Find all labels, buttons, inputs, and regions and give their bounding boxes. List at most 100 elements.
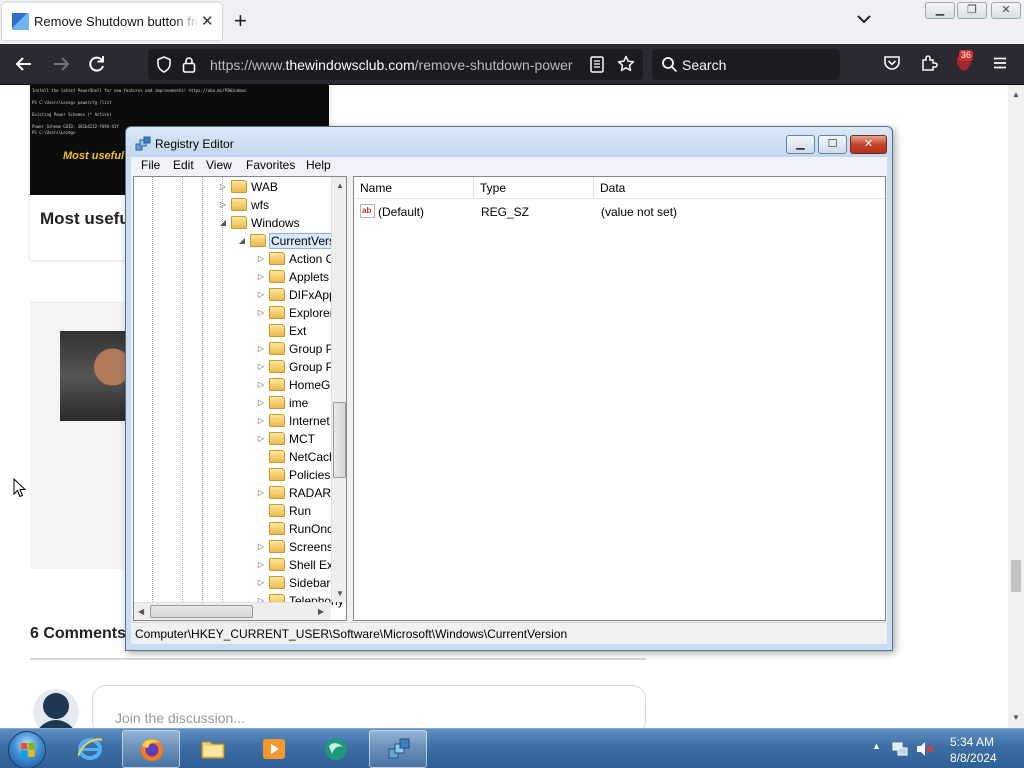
tree-node[interactable]: ◢ Windows [218, 214, 346, 232]
scroll-down-icon[interactable]: ▼ [336, 589, 344, 598]
tree-node-label: Applets [289, 270, 330, 284]
window-close-button[interactable]: ✕ [991, 2, 1021, 19]
taskbar-file-explorer[interactable] [184, 730, 242, 768]
window-minimize-button[interactable]: ▁ [925, 2, 955, 19]
tree-vertical-thumb[interactable] [333, 402, 346, 478]
list-all-tabs-icon[interactable] [854, 9, 874, 29]
folder-icon [269, 522, 285, 535]
tree-expand-icon[interactable]: ▷ [256, 271, 266, 283]
folder-icon [250, 234, 266, 247]
tree-expand-icon[interactable]: ▷ [256, 541, 266, 553]
tree-node[interactable]: ▷ wfs [218, 196, 346, 214]
tree-expand-icon[interactable]: ▷ [256, 433, 266, 445]
tree-node[interactable]: ▷ WAB [218, 178, 346, 196]
tree-expand-icon[interactable]: ▷ [256, 307, 266, 319]
folder-icon [269, 396, 285, 409]
taskbar-internet-explorer[interactable] [61, 730, 119, 768]
menu-file[interactable]: File [141, 158, 160, 172]
start-button[interactable] [8, 731, 46, 768]
volume-muted-icon[interactable] [916, 741, 934, 757]
tree-collapse-icon[interactable]: ◢ [218, 217, 228, 229]
menu-favorites[interactable]: Favorites [246, 158, 295, 172]
tree-horizontal-thumb[interactable] [150, 605, 253, 618]
taskbar-globe-app[interactable] [307, 730, 365, 768]
regedit-maximize-button[interactable]: ☐ [818, 135, 847, 154]
comment-input[interactable]: Join the discussion... [92, 685, 646, 728]
browser-tab-active[interactable]: Remove Shutdown button from Start Menu ✕ [2, 3, 222, 40]
tree-expand-icon[interactable]: ▷ [256, 289, 266, 301]
menu-help[interactable]: Help [306, 158, 331, 172]
folder-icon [231, 216, 247, 229]
scroll-right-icon[interactable]: ▶ [318, 607, 324, 616]
window-restore-button[interactable]: ❐ [957, 2, 987, 19]
tree-expand-icon[interactable]: ▷ [256, 343, 266, 355]
value-data: (value not set) [601, 205, 678, 219]
registry-values-list[interactable]: Name Type Data ab (Default) REG_SZ (valu… [353, 176, 886, 621]
show-hidden-icons-icon[interactable]: ▲ [872, 741, 881, 751]
regedit-body: ▷WAB▷wfs◢Windows◢CurrentVersion▷Action C… [131, 176, 887, 622]
scroll-left-icon[interactable]: ◀ [138, 607, 144, 616]
reload-icon[interactable] [87, 54, 107, 74]
tree-node-label: Sidebar [289, 576, 331, 590]
forward-arrow-icon[interactable] [51, 54, 71, 74]
tree-vertical-scrollbar[interactable]: ▲ ▼ [331, 177, 346, 602]
tree-expand-icon[interactable]: ▷ [218, 181, 228, 193]
tab-title: Remove Shutdown button from Start Menu [34, 14, 199, 29]
folder-icon [231, 180, 247, 193]
bookmark-star-icon[interactable] [617, 55, 635, 73]
value-type: REG_SZ [481, 205, 530, 219]
tree-node-label: Ext [289, 324, 307, 338]
menu-hamburger-icon[interactable] [991, 54, 1009, 72]
scroll-up-icon[interactable]: ▲ [1012, 90, 1020, 99]
regedit-statusbar: Computer\HKEY_CURRENT_USER\Software\Micr… [131, 622, 887, 644]
clock-time[interactable]: 5:34 AM [950, 735, 994, 749]
regedit-minimize-button[interactable]: ▁ [786, 135, 815, 154]
tree-expand-icon[interactable]: ▷ [256, 361, 266, 373]
regedit-titlebar[interactable]: Registry Editor ▁ ☐ ✕ [126, 127, 892, 157]
taskbar-firefox[interactable] [122, 730, 180, 768]
tree-expand-icon[interactable]: ▷ [256, 253, 266, 265]
tree-expand-icon[interactable]: ▷ [256, 397, 266, 409]
url-text[interactable]: https://www.thewindowsclub.com/remove-sh… [210, 57, 578, 73]
column-header-type[interactable]: Type [474, 177, 594, 199]
tree-expand-icon[interactable]: ▷ [256, 415, 266, 427]
scroll-down-icon[interactable]: ▼ [1012, 713, 1020, 722]
tracking-protection-shield-icon[interactable] [156, 56, 172, 73]
taskbar-media-player[interactable] [245, 730, 303, 768]
pocket-icon[interactable] [883, 54, 901, 72]
tree-expand-icon[interactable]: ▷ [218, 199, 228, 211]
tree-expand-icon[interactable]: ▷ [256, 379, 266, 391]
new-tab-button[interactable]: + [234, 8, 247, 34]
scroll-up-icon[interactable]: ▲ [336, 181, 344, 190]
menu-edit[interactable]: Edit [173, 158, 194, 172]
tree-horizontal-scrollbar[interactable]: ◀ ▶ [134, 602, 331, 620]
column-header-data[interactable]: Data [594, 177, 885, 199]
lock-icon[interactable] [182, 56, 196, 73]
page-scrollbar[interactable]: ▲ ▼ [1008, 85, 1024, 728]
tree-expand-icon[interactable]: ▷ [256, 487, 266, 499]
registry-tree[interactable]: ▷WAB▷wfs◢Windows◢CurrentVersion▷Action C… [133, 176, 347, 621]
regedit-close-button[interactable]: ✕ [850, 135, 887, 154]
tree-expand-icon[interactable]: ▷ [256, 577, 266, 589]
back-arrow-icon[interactable] [14, 54, 34, 74]
tree-collapse-icon[interactable]: ◢ [237, 235, 247, 247]
tree-node-label: ime [289, 396, 309, 410]
close-tab-icon[interactable]: ✕ [201, 12, 214, 30]
menu-view[interactable]: View [206, 158, 232, 172]
value-name[interactable]: (Default) [378, 205, 424, 219]
taskbar-registry-editor[interactable] [369, 730, 427, 768]
firefox-icon [141, 739, 163, 761]
comment-placeholder: Join the discussion... [115, 710, 245, 726]
search-bar[interactable]: Search [652, 49, 840, 80]
folder-icon [269, 558, 285, 571]
terminal-line: Power Scheme GUID: 381b4222-f694-41f [32, 124, 119, 129]
network-icon[interactable] [892, 741, 908, 757]
address-bar[interactable]: https://www.thewindowsclub.com/remove-sh… [148, 49, 643, 80]
tree-node-label: RADAR [289, 486, 332, 500]
clock-date[interactable]: 8/8/2024 [950, 751, 997, 765]
reader-view-icon[interactable] [590, 56, 604, 73]
extensions-puzzle-icon[interactable] [920, 54, 938, 72]
column-header-name[interactable]: Name [354, 177, 474, 199]
tree-expand-icon[interactable]: ▷ [256, 559, 266, 571]
page-scrollbar-thumb[interactable] [1011, 560, 1021, 592]
